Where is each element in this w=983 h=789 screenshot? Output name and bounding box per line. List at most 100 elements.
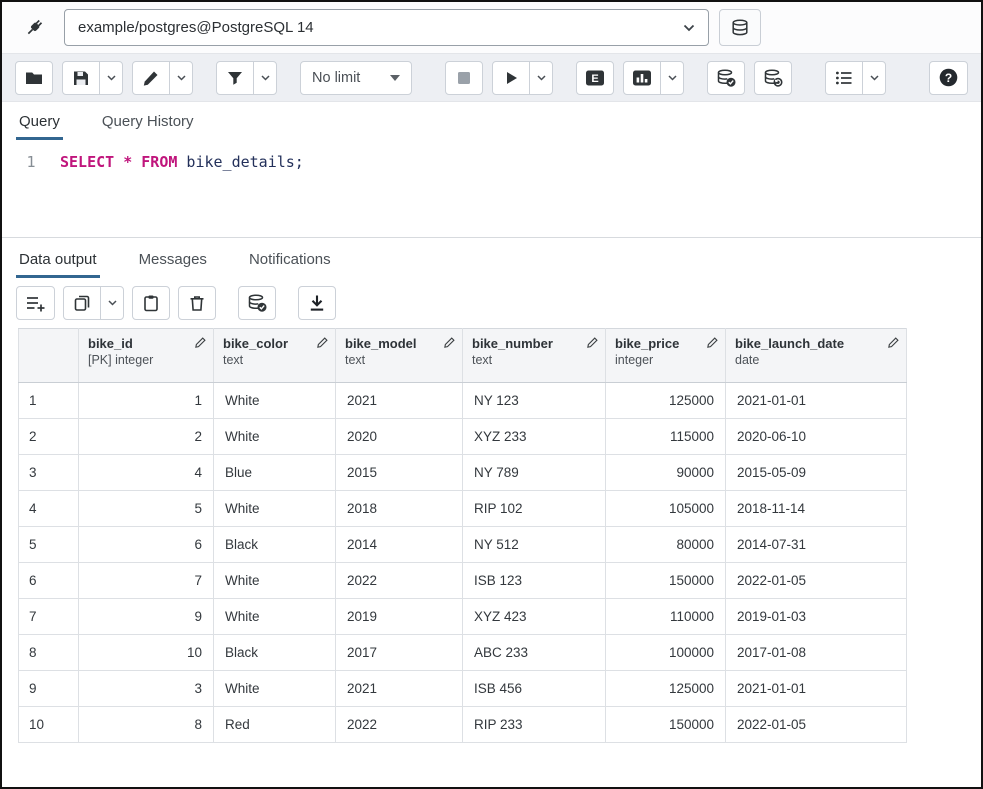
cell-bike_id[interactable]: 5 [79,491,214,527]
tab-messages[interactable]: Messages [136,241,210,278]
cell-bike_model[interactable]: 2021 [336,383,463,419]
tab-query-history[interactable]: Query History [99,103,197,140]
cell-bike_model[interactable]: 2019 [336,599,463,635]
download-results-button[interactable] [298,286,336,320]
cell-bike_color[interactable]: White [214,383,336,419]
cell-bike_launch_date[interactable]: 2014-07-31 [726,527,907,563]
filter-menu-button[interactable] [253,61,277,95]
cell-bike_id[interactable]: 9 [79,599,214,635]
cell-bike_price[interactable]: 125000 [606,671,726,707]
cell-bike_number[interactable]: XYZ 423 [463,599,606,635]
save-data-changes-button[interactable] [238,286,276,320]
cell-bike_price[interactable]: 150000 [606,563,726,599]
row-number[interactable]: 2 [19,419,79,455]
cell-bike_color[interactable]: White [214,419,336,455]
open-file-button[interactable] [15,61,53,95]
cell-bike_color[interactable]: White [214,671,336,707]
column-header-bike_price[interactable]: bike_priceinteger [606,329,726,383]
connection-selector[interactable]: example/postgres@PostgreSQL 14 [64,9,709,46]
cell-bike_launch_date[interactable]: 2021-01-01 [726,671,907,707]
column-header-bike_launch_date[interactable]: bike_launch_datedate [726,329,907,383]
cell-bike_number[interactable]: ISB 123 [463,563,606,599]
cell-bike_color[interactable]: White [214,563,336,599]
cell-bike_id[interactable]: 2 [79,419,214,455]
tab-notifications[interactable]: Notifications [246,241,334,278]
cell-bike_id[interactable]: 10 [79,635,214,671]
cell-bike_price[interactable]: 115000 [606,419,726,455]
sql-editor[interactable]: 1 SELECT * FROM bike_details; [2,140,981,237]
cell-bike_price[interactable]: 80000 [606,527,726,563]
cell-bike_number[interactable]: NY 512 [463,527,606,563]
cell-bike_color[interactable]: White [214,599,336,635]
save-file-button[interactable] [62,61,100,95]
cell-bike_color[interactable]: Red [214,707,336,743]
cell-bike_model[interactable]: 2018 [336,491,463,527]
macros-menu-button[interactable] [862,61,886,95]
cell-bike_number[interactable]: NY 789 [463,455,606,491]
grid-corner-cell[interactable] [19,329,79,383]
filter-button[interactable] [216,61,254,95]
cell-bike_model[interactable]: 2020 [336,419,463,455]
connection-status-button[interactable] [14,10,54,46]
cell-bike_color[interactable]: Black [214,527,336,563]
cell-bike_id[interactable]: 4 [79,455,214,491]
row-number[interactable]: 5 [19,527,79,563]
cell-bike_number[interactable]: RIP 233 [463,707,606,743]
edit-button[interactable] [132,61,170,95]
cell-bike_id[interactable]: 8 [79,707,214,743]
paste-button[interactable] [132,286,170,320]
explain-analyze-button[interactable] [623,61,661,95]
cell-bike_color[interactable]: White [214,491,336,527]
cell-bike_id[interactable]: 3 [79,671,214,707]
cell-bike_model[interactable]: 2014 [336,527,463,563]
row-number[interactable]: 4 [19,491,79,527]
cell-bike_price[interactable]: 110000 [606,599,726,635]
column-header-bike_color[interactable]: bike_colortext [214,329,336,383]
copy-menu-button[interactable] [100,286,124,320]
cell-bike_launch_date[interactable]: 2017-01-08 [726,635,907,671]
help-button[interactable]: ? [929,61,968,95]
execute-menu-button[interactable] [529,61,553,95]
commit-button[interactable] [707,61,745,95]
cell-bike_price[interactable]: 125000 [606,383,726,419]
delete-row-button[interactable] [178,286,216,320]
cell-bike_launch_date[interactable]: 2019-01-03 [726,599,907,635]
cell-bike_launch_date[interactable]: 2020-06-10 [726,419,907,455]
cell-bike_model[interactable]: 2021 [336,671,463,707]
explain-analyze-menu-button[interactable] [660,61,684,95]
cell-bike_model[interactable]: 2022 [336,707,463,743]
cell-bike_launch_date[interactable]: 2022-01-05 [726,563,907,599]
column-header-bike_id[interactable]: bike_id[PK] integer [79,329,214,383]
new-connection-button[interactable] [719,9,761,46]
row-number[interactable]: 10 [19,707,79,743]
edit-menu-button[interactable] [169,61,193,95]
cell-bike_launch_date[interactable]: 2021-01-01 [726,383,907,419]
cell-bike_color[interactable]: Black [214,635,336,671]
save-file-menu-button[interactable] [99,61,123,95]
cell-bike_number[interactable]: RIP 102 [463,491,606,527]
copy-button[interactable] [63,286,101,320]
cell-bike_color[interactable]: Blue [214,455,336,491]
cell-bike_id[interactable]: 6 [79,527,214,563]
cell-bike_model[interactable]: 2017 [336,635,463,671]
row-number[interactable]: 6 [19,563,79,599]
tab-data-output[interactable]: Data output [16,241,100,278]
add-row-button[interactable] [16,286,55,320]
macros-button[interactable] [825,61,863,95]
cell-bike_price[interactable]: 90000 [606,455,726,491]
cell-bike_price[interactable]: 105000 [606,491,726,527]
row-number[interactable]: 3 [19,455,79,491]
cell-bike_model[interactable]: 2015 [336,455,463,491]
tab-query[interactable]: Query [16,103,63,140]
rollback-button[interactable] [754,61,792,95]
sql-code[interactable]: SELECT * FROM bike_details; [60,140,304,237]
row-number[interactable]: 9 [19,671,79,707]
column-header-bike_number[interactable]: bike_numbertext [463,329,606,383]
cell-bike_number[interactable]: NY 123 [463,383,606,419]
row-number[interactable]: 1 [19,383,79,419]
cell-bike_price[interactable]: 100000 [606,635,726,671]
cell-bike_launch_date[interactable]: 2022-01-05 [726,707,907,743]
column-header-bike_model[interactable]: bike_modeltext [336,329,463,383]
cell-bike_price[interactable]: 150000 [606,707,726,743]
explain-button[interactable]: E [576,61,614,95]
